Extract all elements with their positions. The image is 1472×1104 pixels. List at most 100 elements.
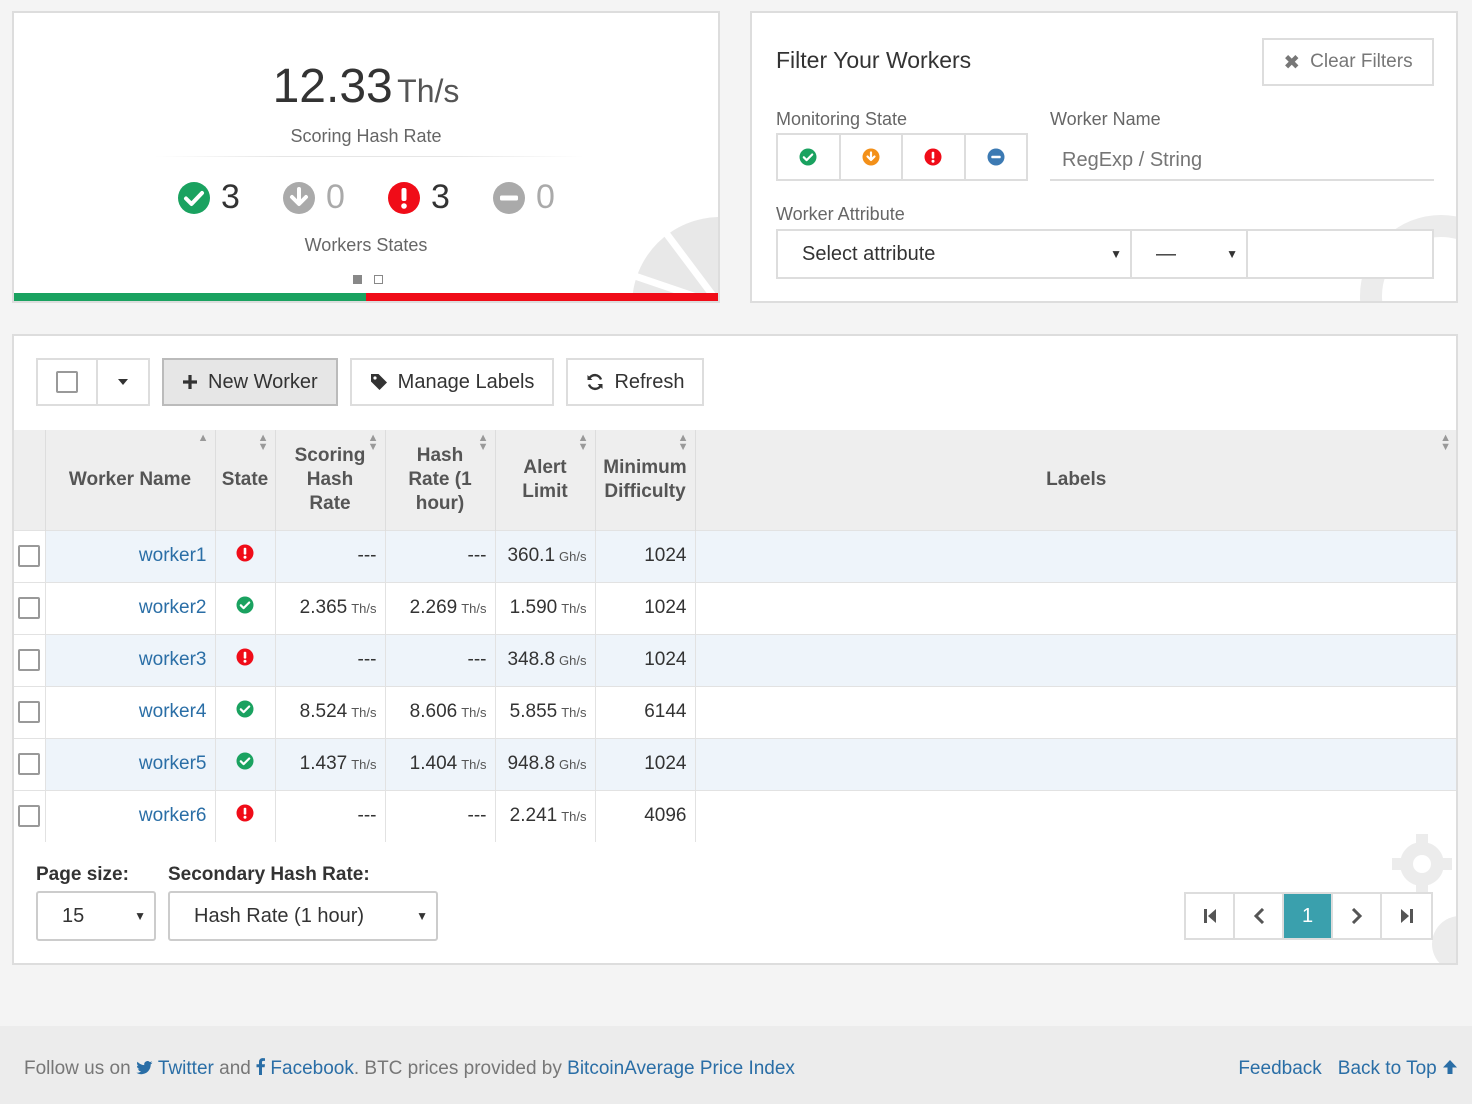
worker-link[interactable]: worker2 (139, 597, 207, 618)
worker-name-cell: worker4 (45, 685, 216, 738)
row-select-cell (14, 529, 46, 582)
clear-filters-button[interactable]: ✖ Clear Filters (1262, 38, 1434, 86)
arrow-down-circle-icon (283, 181, 316, 214)
table-row[interactable]: worker1 --- --- 360.1 Gh/s 1024 (14, 529, 1456, 582)
carousel-dot-1[interactable] (353, 275, 362, 284)
filter-state-low-button[interactable] (841, 135, 903, 179)
back-to-top-link[interactable]: Back to Top (1338, 1058, 1458, 1080)
row-checkbox[interactable] (18, 597, 41, 619)
header-alert-limit[interactable]: ▲ ▼ Alert Limit (495, 430, 596, 530)
header-worker-name-label: Worker Name (68, 468, 192, 490)
row-checkbox[interactable] (18, 649, 41, 671)
hash-rate-1h-cell: --- (385, 789, 496, 842)
hash-rate-unit: Th/s (461, 757, 487, 772)
header-scoring-hash-rate[interactable]: ▲ ▼ Scoring Hash Rate (275, 430, 386, 530)
secondary-hash-rate-select[interactable]: Hash Rate (1 hour) ▼ (168, 891, 438, 941)
hash-rate-value: --- (467, 545, 487, 566)
scoring-unit: Th/s (351, 601, 377, 616)
manage-labels-button[interactable]: Manage Labels (349, 358, 555, 406)
prev-page-button[interactable] (1235, 894, 1284, 938)
worker-link[interactable]: worker1 (139, 545, 207, 566)
header-worker-name[interactable]: ▲ Worker Name (45, 430, 216, 530)
twitter-link[interactable]: Twitter (136, 1058, 219, 1079)
minus-circle-icon (987, 148, 1005, 166)
row-checkbox[interactable] (18, 545, 41, 567)
first-page-button[interactable] (1186, 894, 1235, 938)
worker-link[interactable]: worker6 (139, 805, 207, 826)
refresh-button[interactable]: Refresh (566, 358, 705, 406)
select-all-checkbox[interactable] (38, 360, 98, 404)
last-page-button[interactable] (1382, 894, 1431, 938)
page-size-select[interactable]: 15 ▼ (36, 891, 156, 941)
alert-ratio-bar (366, 293, 718, 301)
table-row[interactable]: worker6 --- --- 2.241 Th/s 4096 (14, 789, 1456, 842)
sort-icon: ▲ ▼ (477, 432, 489, 453)
check-circle-icon (236, 596, 254, 614)
header-state[interactable]: ▲ ▼ State (215, 430, 276, 530)
state-off[interactable]: 3 (366, 178, 471, 217)
row-checkbox[interactable] (18, 805, 41, 828)
footer-credits: Follow us on Twitter and Facebook. BTC p… (24, 1058, 795, 1080)
table-row[interactable]: worker2 2.365 Th/s 2.269 Th/s 1.590 Th/s 1024 (14, 581, 1456, 634)
arrow-down-circle-icon (862, 148, 880, 166)
filter-state-ok-button[interactable] (778, 135, 841, 179)
attribute-value-input[interactable] (1248, 231, 1432, 277)
hash-rate-1h-cell: 1.404 Th/s (385, 737, 496, 790)
filter-panel: Filter Your Workers ✖ Clear Filters Moni… (750, 11, 1458, 303)
attribute-select[interactable]: Select attribute ▼ (778, 231, 1132, 277)
operator-select[interactable]: — ▼ (1132, 231, 1248, 277)
header-state-label: State (221, 468, 269, 490)
first-page-icon (1203, 909, 1216, 923)
sort-asc-icon: ▲ (197, 432, 209, 444)
alert-limit-cell: 348.8 Gh/s (495, 633, 596, 686)
refresh-icon (587, 373, 603, 391)
manage-labels-label: Manage Labels (397, 370, 535, 393)
header-minimum-difficulty[interactable]: ▲ ▼ Minimum Difficulty (595, 430, 696, 530)
state-cell (215, 633, 276, 686)
checkbox[interactable] (56, 371, 78, 393)
workers-table: ▲ Worker Name ▲ ▼ State ▲ ▼ Scoring Hash Rate… (14, 430, 1456, 842)
table-row[interactable]: worker4 8.524 Th/s 8.606 Th/s 5.855 Th/s 6144 (14, 685, 1456, 738)
row-checkbox[interactable] (18, 701, 41, 723)
facebook-link[interactable]: Facebook (256, 1058, 354, 1079)
price-index-link[interactable]: BitcoinAverage Price Index (567, 1058, 795, 1079)
minimum-difficulty-cell: 1024 (595, 581, 696, 634)
alert-limit-cell: 948.8 Gh/s (495, 737, 596, 790)
worker-link[interactable]: worker5 (139, 753, 207, 774)
table-row[interactable]: worker5 1.437 Th/s 1.404 Th/s 948.8 Gh/s 1024 (14, 737, 1456, 790)
next-page-button[interactable] (1333, 894, 1382, 938)
carousel-dot-2[interactable] (374, 275, 383, 284)
hash-rate-value: 12.33 (272, 60, 393, 113)
minus-circle-icon (493, 181, 526, 214)
page-size-label: Page size: (36, 864, 129, 885)
btc-prices-text: . BTC prices provided by (353, 1058, 562, 1079)
select-dropdown-button[interactable] (98, 360, 148, 404)
header-labels[interactable]: ▲ ▼ Labels (695, 430, 1456, 530)
facebook-label: Facebook (270, 1058, 354, 1079)
back-to-top-label: Back to Top (1337, 1058, 1437, 1079)
state-disabled[interactable]: 0 (471, 178, 576, 217)
header-select (14, 430, 46, 530)
alert-value: 948.8 (507, 753, 556, 774)
exclamation-circle-icon (236, 648, 254, 666)
header-hash-rate-1h[interactable]: ▲ ▼ Hash Rate (1 hour) (385, 430, 496, 530)
page-1-button[interactable]: 1 (1284, 894, 1333, 938)
and-text: and (219, 1058, 251, 1079)
row-checkbox[interactable] (18, 753, 41, 775)
chevron-right-icon (1351, 908, 1362, 924)
state-ok[interactable]: 3 (156, 178, 261, 217)
filter-state-off-button[interactable] (903, 135, 966, 179)
worker-name-input[interactable] (1050, 141, 1434, 181)
worker-link[interactable]: worker4 (139, 701, 207, 722)
feedback-link[interactable]: Feedback (1238, 1058, 1321, 1080)
table-row[interactable]: worker3 --- --- 348.8 Gh/s 1024 (14, 633, 1456, 686)
worker-attribute-filter: Select attribute ▼ — ▼ (776, 229, 1434, 279)
new-worker-button[interactable]: New Worker (162, 358, 338, 406)
state-low[interactable]: 0 (261, 178, 366, 217)
filter-state-disabled-button[interactable] (966, 135, 1027, 179)
scoring-hash-rate-cell: 1.437 Th/s (275, 737, 386, 790)
scoring-hash-rate-cell: --- (275, 633, 386, 686)
monitoring-state-filter (776, 133, 1028, 181)
tag-icon (370, 374, 387, 390)
worker-link[interactable]: worker3 (139, 649, 207, 670)
